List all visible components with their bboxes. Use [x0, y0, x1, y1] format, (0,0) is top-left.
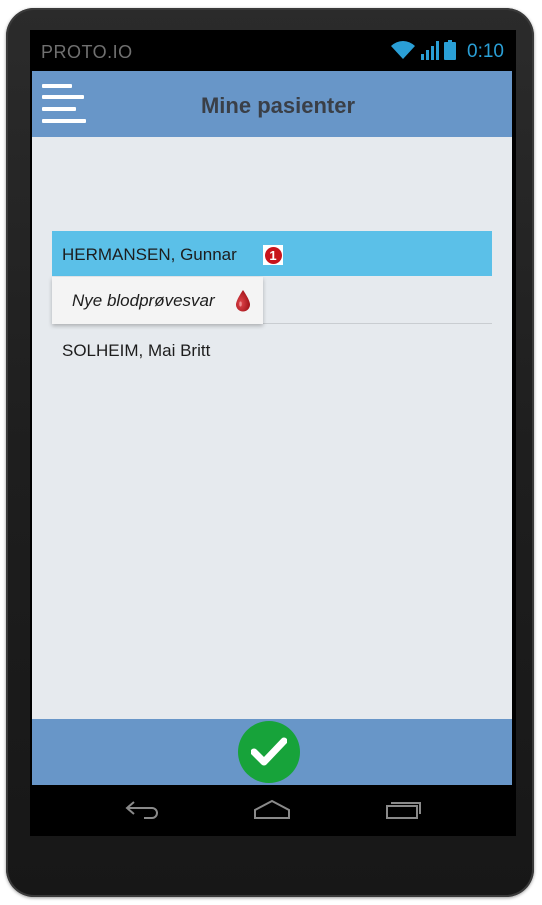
status-time: 0:10 — [467, 41, 504, 62]
page-title: Mine pasienter — [200, 93, 356, 118]
app-header: Mine pasienter — [32, 71, 512, 137]
patient-row-hermansen[interactable]: HERMANSEN, Gunnar 1 — [52, 231, 492, 276]
wifi-icon — [390, 40, 416, 65]
battery-icon — [444, 39, 457, 65]
patient-list: HERMANSEN, Gunnar 1 SOLHEIM, Mai Britt N… — [32, 137, 512, 719]
confirm-button[interactable] — [238, 721, 300, 783]
popup-message: Nye blodprøvesvar — [72, 291, 215, 310]
back-icon[interactable] — [124, 797, 160, 826]
system-nav-bar — [32, 785, 512, 835]
home-icon[interactable] — [253, 797, 291, 826]
carrier-label: PROTO.IO — [41, 42, 133, 62]
checkmark-icon — [251, 737, 287, 766]
blood-drop-icon — [236, 290, 250, 317]
notification-popup[interactable]: Nye blodprøvesvar — [52, 277, 263, 324]
patient-row-solheim[interactable]: SOLHEIM, Mai Britt — [52, 325, 492, 370]
patient-name: HERMANSEN, Gunnar — [62, 245, 237, 264]
badge-count: 1 — [264, 246, 282, 264]
signal-icon — [421, 40, 440, 65]
notification-badge: 1 — [263, 245, 283, 265]
status-bar: PROTO.IO 0:10 — [32, 33, 512, 71]
bottom-action-bar — [32, 719, 512, 785]
status-icons: 0:10 — [390, 39, 504, 65]
patient-name: SOLHEIM, Mai Britt — [62, 341, 211, 360]
recent-apps-icon[interactable] — [385, 797, 421, 826]
